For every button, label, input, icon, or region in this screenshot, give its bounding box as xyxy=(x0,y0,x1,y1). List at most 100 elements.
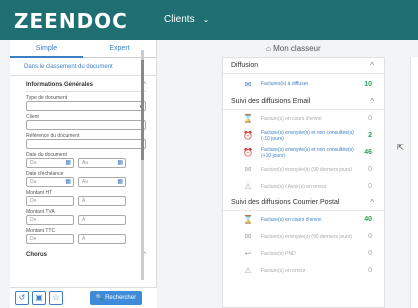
folder-icon: ⌂ xyxy=(266,44,271,53)
type-document-select[interactable]: ▾ xyxy=(26,101,146,111)
date-document-to[interactable]: Au ▦ xyxy=(78,158,126,168)
list-item[interactable]: ✉ Facture(s) envoyée(s) (90 derniers jour… xyxy=(223,161,384,178)
list-item-label: Facture(s) en cours d'envoi xyxy=(261,216,322,223)
list-item[interactable]: ⌛ Facture(s) en cours d'envoi 40 xyxy=(223,211,384,228)
list-item[interactable]: ✉ Factures(s) à diffuser 10 xyxy=(223,74,384,94)
from-placeholder: Du xyxy=(30,179,37,185)
calendar-icon[interactable]: ▦ xyxy=(65,159,71,167)
chevron-up-icon: ^ xyxy=(370,61,374,70)
list-item[interactable]: ↩ Facture(s) PND 0 xyxy=(223,245,384,262)
search-button[interactable]: 🔍 Rechercher xyxy=(90,291,142,305)
star-icon[interactable]: ☆ xyxy=(49,291,63,305)
list-item[interactable]: ⚠ Facture(s) / Avoir(s) en erreur 0 xyxy=(223,178,384,195)
calendar-icon[interactable]: ▦ xyxy=(117,178,123,186)
save-icon[interactable]: ▣ xyxy=(32,291,46,305)
date-document-range: Du ▦ Au ▦ xyxy=(26,158,146,168)
client-input[interactable] xyxy=(26,120,146,130)
to-placeholder: À xyxy=(82,236,86,242)
date-echeance-to[interactable]: Au ▦ xyxy=(78,177,126,187)
list-item-label: Facture(s) envoyée(s) et non consultée(s… xyxy=(261,129,354,142)
list-item[interactable]: ⏰ Facture(s) envoyée(s) et non consultée(… xyxy=(223,127,384,144)
sidebar-actions: ↺ ▣ ☆ 🔍 Rechercher xyxy=(10,287,157,308)
list-item-count: 0 xyxy=(368,250,372,257)
calendar-icon[interactable]: ▦ xyxy=(117,159,123,167)
montant-ht-from[interactable]: De xyxy=(26,196,74,206)
list-item-label: Facture(s) envoyée(s) (90 derniers jours… xyxy=(261,166,352,173)
mail-alarm-icon: ⏰ xyxy=(243,131,253,140)
reference-input[interactable] xyxy=(26,139,146,149)
hourglass-icon: ⌛ xyxy=(243,114,253,123)
list-item-label: Facture(s) envoyée(s) (90 derniers jours… xyxy=(261,233,352,240)
right-panel-edge xyxy=(410,57,418,308)
page-title-text: Mon classeur xyxy=(273,44,321,53)
section-classement-header[interactable]: Dans le classement du document ^ xyxy=(10,58,156,76)
group-title: Diffusion xyxy=(231,62,259,69)
page-title: ⌂ Mon classeur xyxy=(266,44,321,53)
montant-ht-range: De À xyxy=(26,196,146,206)
date-echeance-from[interactable]: Du ▦ xyxy=(26,177,74,187)
list-item-count: 2 xyxy=(368,132,372,139)
montant-ttc-from[interactable]: De xyxy=(26,234,74,244)
chevron-up-icon: ^ xyxy=(370,97,374,106)
list-item-count: 46 xyxy=(364,149,372,156)
montant-ht-to[interactable]: À xyxy=(78,196,126,206)
list-item[interactable]: ⌛ Facture(s) en cours d'envoi 0 xyxy=(223,110,384,127)
warning-icon: ⚠ xyxy=(244,266,252,275)
to-placeholder: Au xyxy=(82,179,89,185)
date-document-from[interactable]: Du ▦ xyxy=(26,158,74,168)
list-item-count: 0 xyxy=(368,166,372,173)
list-item-label: Facture(s) en cours d'envoi xyxy=(261,115,322,122)
montant-tva-from[interactable]: De xyxy=(26,215,74,225)
search-button-label: Rechercher xyxy=(105,295,137,301)
montant-tva-range: De À xyxy=(26,215,146,225)
mail-return-icon: ↩ xyxy=(244,249,252,258)
list-item-label: Facture(s) / Avoir(s) en erreur xyxy=(261,183,327,190)
list-item-count: 0 xyxy=(368,115,372,122)
hourglass-icon: ⌛ xyxy=(243,215,253,224)
tab-simple[interactable]: Simple xyxy=(10,40,83,58)
date-echeance-range: Du ▦ Au ▦ xyxy=(26,177,146,187)
informations-generales: Informations Générales ^ Type de documen… xyxy=(26,82,146,244)
group-header[interactable]: Suivi des diffusions Courrier Postal ^ xyxy=(223,195,384,211)
chorus-section-header[interactable]: Chorus ^ xyxy=(26,252,146,258)
group-title: Suivi des diffusions Courrier Postal xyxy=(231,199,340,206)
montant-ttc-to[interactable]: À xyxy=(78,234,126,244)
montant-ttc-range: De À xyxy=(26,234,146,244)
list-item-count: 10 xyxy=(364,80,372,88)
search-sidebar: Simple Expert Dans le classement du docu… xyxy=(10,40,157,308)
list-item[interactable]: ⏰ Facture(s) envoyée(s) et non consultée(… xyxy=(223,144,384,161)
mail-alarm-icon: ⏰ xyxy=(243,148,253,157)
chorus-title: Chorus xyxy=(26,252,47,258)
nav-label: Clients xyxy=(164,14,195,25)
list-item-count: 0 xyxy=(368,233,372,240)
from-placeholder: Du xyxy=(30,160,37,166)
nav-menu-clients[interactable]: Clients ⌄ xyxy=(164,14,209,25)
to-placeholder: À xyxy=(82,198,86,204)
sidebar-scrollbar-thumb[interactable] xyxy=(141,60,144,160)
send-icon: ✉ xyxy=(244,79,252,89)
list-item-label: Facture(s) en erreur xyxy=(261,267,306,274)
list-item-label: Factures(s) à diffuser xyxy=(261,81,309,87)
chevron-up-icon: ^ xyxy=(370,198,374,207)
mouse-cursor-icon: ⇱ xyxy=(397,143,404,152)
list-item-count: 40 xyxy=(364,216,372,223)
to-placeholder: Au xyxy=(82,160,89,166)
tab-expert[interactable]: Expert xyxy=(83,40,156,58)
subsection-title: Informations Générales xyxy=(26,82,94,88)
list-item[interactable]: ✉ Facture(s) envoyée(s) (90 derniers jour… xyxy=(223,228,384,245)
dashboard-panel: Diffusion ^ ✉ Factures(s) à diffuser 10 Suivi… xyxy=(222,57,385,308)
group-header[interactable]: Diffusion ^ xyxy=(223,58,384,74)
calendar-icon[interactable]: ▦ xyxy=(65,178,71,186)
list-item[interactable]: ⚠ Facture(s) en erreur 0 xyxy=(223,262,384,279)
to-placeholder: À xyxy=(82,217,86,223)
list-item-count: 0 xyxy=(368,267,372,274)
logo: ZEENDOC xyxy=(14,9,128,33)
list-item-label: Facture(s) PND xyxy=(261,250,296,257)
chevron-down-icon: ⌄ xyxy=(202,15,210,24)
reset-icon[interactable]: ↺ xyxy=(15,291,29,305)
group-header[interactable]: Suivi des diffusions Email ^ xyxy=(223,94,384,110)
subsection-header[interactable]: Informations Générales ^ xyxy=(26,82,146,92)
section-title: Dans le classement du document xyxy=(24,63,113,70)
montant-tva-to[interactable]: À xyxy=(78,215,126,225)
mail-icon: ✉ xyxy=(244,165,252,174)
